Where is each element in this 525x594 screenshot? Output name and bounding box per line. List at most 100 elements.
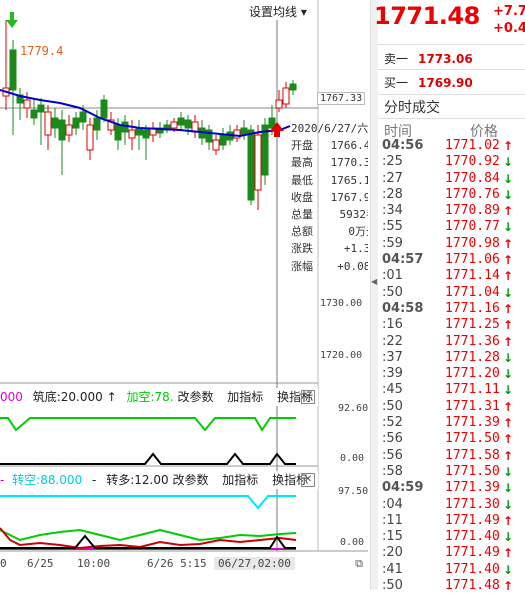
kline-chart-area[interactable]: 设置均线 ▾ 1779.4 1767.33 1730.00 1720.00 20… xyxy=(0,0,368,590)
x-axis-label-2: 10:00 xyxy=(77,557,111,570)
candle-body xyxy=(184,119,192,129)
panel1-close-icon[interactable]: ✕ xyxy=(301,390,315,404)
panel2-params-button[interactable]: 改参数 xyxy=(172,473,208,487)
list-item[interactable]: :50 1771.04 ↓ xyxy=(378,285,525,301)
ma-settings-button[interactable]: 设置均线 ▾ xyxy=(249,3,307,20)
trade-price: 1770.84 xyxy=(445,170,500,186)
arrow-down-icon: ↓ xyxy=(503,187,514,202)
list-item[interactable]: :52 1771.39 ↑ xyxy=(378,415,525,431)
trade-price: 1771.14 xyxy=(445,268,500,284)
arrow-down-icon: ↓ xyxy=(503,383,514,398)
list-item[interactable]: :39 1771.20 ↓ xyxy=(378,366,525,382)
list-item[interactable]: :25 1770.92 ↓ xyxy=(378,154,525,170)
panel2-label-c: 转多:12.00 xyxy=(106,473,169,487)
tick-trades-list[interactable]: 04:56 1771.02 ↑:25 1770.92 ↓:27 1770.84 ↓:28 17… xyxy=(378,138,525,594)
list-item[interactable]: :59 1770.98 ↑ xyxy=(378,236,525,252)
layout-toggle-icon[interactable]: ⧉ xyxy=(353,558,365,570)
price-tick-1720: 1720.00 xyxy=(320,350,363,361)
candle-body xyxy=(128,129,136,139)
splitter-arrow-icon[interactable]: ◀ xyxy=(371,277,377,286)
candle-body xyxy=(37,104,45,113)
panel1-params-button[interactable]: 改参数 xyxy=(177,390,213,404)
arrow-up-icon: ↑ xyxy=(503,301,514,316)
candle-body xyxy=(219,134,227,146)
arrow-up-icon: ↑ xyxy=(503,204,514,219)
list-item[interactable]: :22 1771.36 ↑ xyxy=(378,334,525,350)
bid-row: 买一 1769.90 xyxy=(384,74,473,91)
tooltip-key: 涨跌 xyxy=(291,242,313,256)
list-item[interactable]: :28 1770.76 ↓ xyxy=(378,187,525,203)
tooltip-row: 涨跌 +1.34 xyxy=(291,240,368,257)
trade-time: :39 xyxy=(382,366,403,382)
list-item[interactable]: :11 1771.49 ↑ xyxy=(378,513,525,529)
list-item[interactable]: :04 1771.30 ↓ xyxy=(378,497,525,513)
arrow-down-icon: ↓ xyxy=(503,464,514,479)
list-item[interactable]: :16 1771.25 ↑ xyxy=(378,317,525,333)
current-price-tag: 1767.33 xyxy=(317,92,366,105)
panel1-line-black xyxy=(0,452,296,465)
ask-label: 卖一 xyxy=(384,52,409,66)
list-item[interactable]: :15 1771.40 ↓ xyxy=(378,529,525,545)
candle-body xyxy=(44,111,52,136)
list-item[interactable]: :55 1770.77 ↓ xyxy=(378,219,525,235)
list-item[interactable]: :56 1771.50 ↑ xyxy=(378,431,525,447)
buy-signal-icon xyxy=(6,12,18,28)
list-item[interactable]: :27 1770.84 ↓ xyxy=(378,171,525,187)
trade-price: 1771.50 xyxy=(445,431,500,447)
panel1-add-indicator-button[interactable]: 加指标 xyxy=(227,390,263,404)
list-item[interactable]: 04:56 1771.02 ↑ xyxy=(378,138,525,154)
trade-price: 1771.50 xyxy=(445,463,500,479)
list-item[interactable]: :34 1770.89 ↑ xyxy=(378,203,525,219)
list-item[interactable]: :58 1771.50 ↓ xyxy=(378,464,525,480)
tooltip-row: 涨幅 +0.08% xyxy=(291,258,368,275)
panel2-close-icon[interactable]: ✕ xyxy=(301,473,315,487)
trade-price: 1771.40 xyxy=(445,529,500,545)
list-item[interactable]: :50 1771.48 ↑ xyxy=(378,578,525,594)
change-amount: +7.7 xyxy=(493,4,525,19)
arrow-down-icon: ↓ xyxy=(503,481,514,496)
candle-body xyxy=(275,99,283,109)
list-item[interactable]: :45 1771.11 ↓ xyxy=(378,382,525,398)
trade-time: :50 xyxy=(382,398,403,414)
tooltip-value: 1770.32 xyxy=(330,156,368,170)
panel2-line-red xyxy=(0,527,297,550)
panel1-label-b: 加空:78. xyxy=(126,390,174,404)
panel2-line-cyan xyxy=(0,495,296,510)
quote-panel: 1771.48 +7.7 +0.4 卖一 1773.06 买一 1769.90 分时… xyxy=(374,0,525,593)
trade-time: :34 xyxy=(382,203,403,219)
panel2-line-green xyxy=(0,528,297,542)
panel1-tick-top: 92.60 xyxy=(338,403,368,414)
tooltip-row: 最高 1770.32 xyxy=(291,154,368,171)
list-item[interactable]: 04:57 1771.06 ↑ xyxy=(378,252,525,268)
tooltip-value: 1767.97 xyxy=(330,190,368,204)
list-item[interactable]: 04:58 1771.16 ↑ xyxy=(378,301,525,317)
candle-body xyxy=(51,117,59,129)
trade-price: 1771.16 xyxy=(445,300,500,316)
list-item[interactable]: :01 1771.14 ↑ xyxy=(378,268,525,284)
list-item[interactable]: :41 1771.40 ↓ xyxy=(378,562,525,578)
x-axis-label-3: 6/26 5:15 xyxy=(147,557,207,570)
kline-svg[interactable] xyxy=(0,0,368,590)
splitter-bar[interactable] xyxy=(370,0,378,590)
trade-time: :56 xyxy=(382,447,403,463)
trade-time: :04 xyxy=(382,496,403,512)
panel2-add-indicator-button[interactable]: 加指标 xyxy=(222,473,258,487)
x-axis-label-0: 0 xyxy=(0,557,7,570)
candle-body xyxy=(247,129,255,201)
arrow-up-icon: ↑ xyxy=(503,236,514,251)
tooltip-value: +1.34 xyxy=(343,242,368,256)
list-item[interactable]: :50 1771.31 ↑ xyxy=(378,399,525,415)
trade-time: :22 xyxy=(382,333,403,349)
list-item[interactable]: :37 1771.28 ↓ xyxy=(378,350,525,366)
panel1-tick-bottom: 0.00 xyxy=(340,453,365,464)
candle-body xyxy=(72,117,80,129)
trade-price: 1771.36 xyxy=(445,333,500,349)
list-item[interactable]: :56 1771.58 ↑ xyxy=(378,448,525,464)
tooltip-key: 最高 xyxy=(291,156,313,170)
list-item[interactable]: :20 1771.49 ↑ xyxy=(378,545,525,561)
tick-trades-title[interactable]: 分时成交 xyxy=(384,97,440,117)
trade-price: 1770.98 xyxy=(445,235,500,251)
list-item[interactable]: 04:59 1771.39 ↓ xyxy=(378,480,525,496)
trade-time: 04:56 xyxy=(382,138,424,153)
trade-price: 1770.76 xyxy=(445,186,500,202)
